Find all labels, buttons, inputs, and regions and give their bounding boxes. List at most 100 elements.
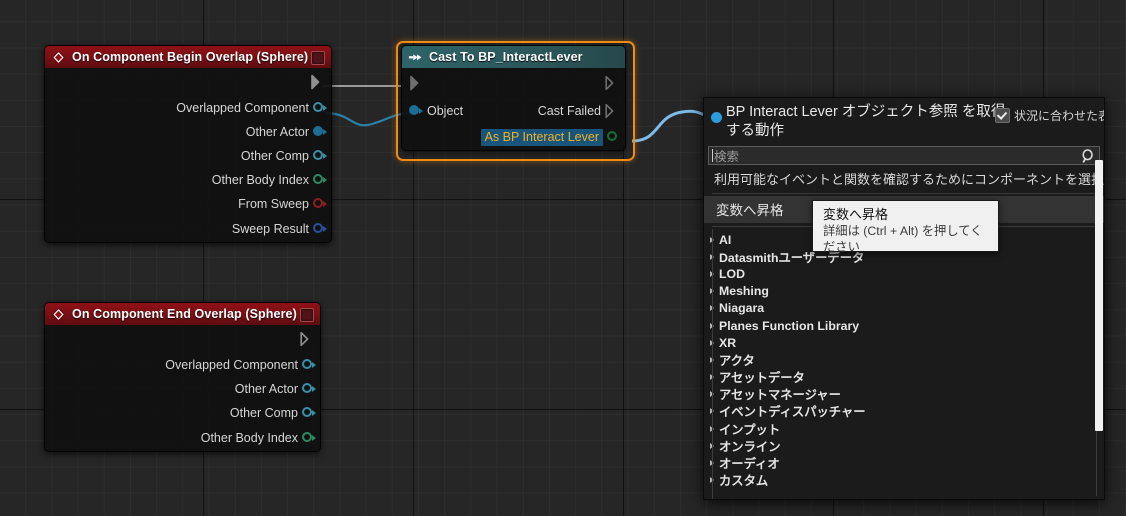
pin-sweep-result[interactable] <box>313 223 327 235</box>
exec-row[interactable] <box>402 68 625 98</box>
category-item-meshing[interactable]: Meshing <box>704 283 1104 300</box>
pin-row-overlapped-component[interactable]: Overlapped Component <box>45 96 331 120</box>
category-label: インプット <box>719 422 781 437</box>
exec-out-pin-icon[interactable] <box>311 74 324 90</box>
list-scrollbar-thumb[interactable] <box>1095 160 1103 431</box>
category-item-online[interactable]: オンライン <box>704 437 1104 454</box>
pin-from-sweep[interactable] <box>313 198 327 210</box>
pin-row-other-body-index[interactable]: Other Body Index <box>45 168 331 192</box>
category-label: オンライン <box>719 439 781 454</box>
pin-object[interactable] <box>409 105 423 117</box>
pin-other-body-index[interactable] <box>313 174 327 186</box>
pin-other-actor[interactable] <box>313 126 327 138</box>
pin-row-overlapped-component[interactable]: Overlapped Component <box>45 353 320 377</box>
event-diamond-icon <box>52 50 65 64</box>
pin-circle <box>302 383 312 393</box>
pin-row-other-body-index[interactable]: Other Body Index <box>45 425 320 451</box>
category-label: オーディオ <box>719 457 780 472</box>
pin-other-comp[interactable] <box>302 407 316 419</box>
exec-out-row[interactable] <box>45 325 320 353</box>
pin-circle <box>313 150 323 160</box>
pin-arrow <box>312 362 316 368</box>
node-title: On Component End Overlap (Sphere) <box>72 307 297 321</box>
pin-label: Sweep Result <box>231 222 309 236</box>
exec-out-pin-icon[interactable] <box>605 75 618 91</box>
node-on-component-end-overlap[interactable]: On Component End Overlap (Sphere) Overla… <box>44 302 321 452</box>
context-sensitive-checkbox[interactable] <box>994 108 1010 123</box>
category-item-asset-manager[interactable]: アセットマネージャー <box>704 386 1104 403</box>
tooltip-subtitle: 詳細は (Ctrl + Alt) を押してください <box>823 224 983 254</box>
search-magnifier-icon[interactable] <box>1081 149 1095 164</box>
exec-out-pin-icon[interactable] <box>300 331 313 347</box>
tooltip-promote-to-variable: 変数へ昇格 詳細は (Ctrl + Alt) を押してください <box>812 200 999 254</box>
row-as-bp-interact-lever[interactable]: As BP Interact Lever <box>402 124 625 150</box>
pin-label: Overlapped Component <box>176 101 309 115</box>
category-label: アクタ <box>719 353 755 368</box>
pin-overlapped-component[interactable] <box>302 359 316 371</box>
node-cast-to-bp-interactlever[interactable]: Cast To BP_InteractLever Object Cast Fai… <box>401 45 626 151</box>
pin-circle <box>302 407 312 417</box>
pin-overlapped-component[interactable] <box>313 102 327 114</box>
pin-circle <box>313 126 323 136</box>
exec-cast-failed-pin-icon[interactable] <box>605 103 618 119</box>
category-label: アセットデータ <box>719 371 805 386</box>
category-item-lod[interactable]: LOD <box>704 265 1104 282</box>
pin-circle <box>313 102 323 112</box>
pin-label: Other Body Index <box>211 173 309 187</box>
pin-label: Other Actor <box>245 125 309 139</box>
context-menu-header: BP Interact Lever オブジェクト参照 を取得する動作 状況に合わ… <box>704 98 1104 146</box>
cast-arrow-icon <box>408 53 422 60</box>
node-header[interactable]: Cast To BP_InteractLever <box>402 46 625 68</box>
node-title: On Component Begin Overlap (Sphere) <box>72 50 309 64</box>
pin-circle <box>607 131 617 141</box>
category-item-input[interactable]: インプット <box>704 420 1104 437</box>
category-item-asset-data[interactable]: アセットデータ <box>704 369 1104 386</box>
category-item-planes-function-library[interactable]: Planes Function Library <box>704 317 1104 334</box>
pin-row-from-sweep[interactable]: From Sweep <box>45 192 331 216</box>
category-item-event-dispatcher[interactable]: イベントディスパッチャー <box>704 403 1104 420</box>
node-body: Overlapped Component Other Actor Other C… <box>45 325 320 451</box>
pin-arrow <box>323 129 327 135</box>
pin-circle <box>302 432 312 442</box>
pin-row-sweep-result[interactable]: Sweep Result <box>45 216 331 242</box>
blueprint-graph-canvas[interactable]: On Component Begin Overlap (Sphere) Over… <box>0 0 1126 516</box>
pin-arrow <box>323 177 327 183</box>
exec-out-row[interactable] <box>45 68 331 96</box>
pin-row-other-actor[interactable]: Other Actor <box>45 377 320 401</box>
pin-arrow <box>323 201 327 207</box>
pin-circle <box>313 174 323 184</box>
delegate-square-icon[interactable] <box>311 51 325 65</box>
node-header[interactable]: On Component End Overlap (Sphere) <box>45 303 320 325</box>
category-label: Niagara <box>719 301 765 316</box>
pin-other-actor[interactable] <box>302 383 316 395</box>
category-item-niagara[interactable]: Niagara <box>704 300 1104 317</box>
node-on-component-begin-overlap[interactable]: On Component Begin Overlap (Sphere) Over… <box>44 45 332 243</box>
blueprint-context-menu[interactable]: BP Interact Lever オブジェクト参照 を取得する動作 状況に合わ… <box>703 97 1105 500</box>
node-title: Cast To BP_InteractLever <box>429 50 583 64</box>
search-input[interactable]: 検索 <box>708 146 1100 165</box>
category-item-xr[interactable]: XR <box>704 334 1104 351</box>
category-item-audio[interactable]: オーディオ <box>704 454 1104 471</box>
category-item-custom[interactable]: カスタム <box>704 472 1104 489</box>
pin-row-other-comp[interactable]: Other Comp <box>45 144 331 168</box>
pin-arrow <box>312 386 316 392</box>
event-diamond-icon <box>52 307 65 321</box>
pin-row-other-comp[interactable]: Other Comp <box>45 401 320 425</box>
context-menu-title: BP Interact Lever オブジェクト参照 を取得する動作 <box>726 104 1006 139</box>
exec-in-pin-icon[interactable] <box>410 75 423 91</box>
pin-row-other-actor[interactable]: Other Actor <box>45 120 331 144</box>
tree-guide-line <box>712 229 713 499</box>
context-sensitive-checkbox-wrap[interactable]: 状況に合わせた表示 <box>994 107 1104 124</box>
row-object-castfailed[interactable]: Object Cast Failed <box>402 98 625 124</box>
category-label: イベントディスパッチャー <box>719 405 866 420</box>
node-header[interactable]: On Component Begin Overlap (Sphere) <box>45 46 331 68</box>
category-label: Planes Function Library <box>719 318 860 333</box>
pin-as-bp-interact-lever[interactable] <box>607 131 619 143</box>
category-label: AI <box>719 232 732 247</box>
category-item-actor[interactable]: アクタ <box>704 351 1104 368</box>
pin-label-object: Object <box>427 104 464 118</box>
category-list[interactable]: AI Datasmithユーザーデータ LOD Meshing Niagara … <box>704 229 1104 499</box>
pin-other-comp[interactable] <box>313 150 327 162</box>
pin-other-body-index[interactable] <box>302 432 316 444</box>
delegate-square-icon[interactable] <box>300 308 314 322</box>
